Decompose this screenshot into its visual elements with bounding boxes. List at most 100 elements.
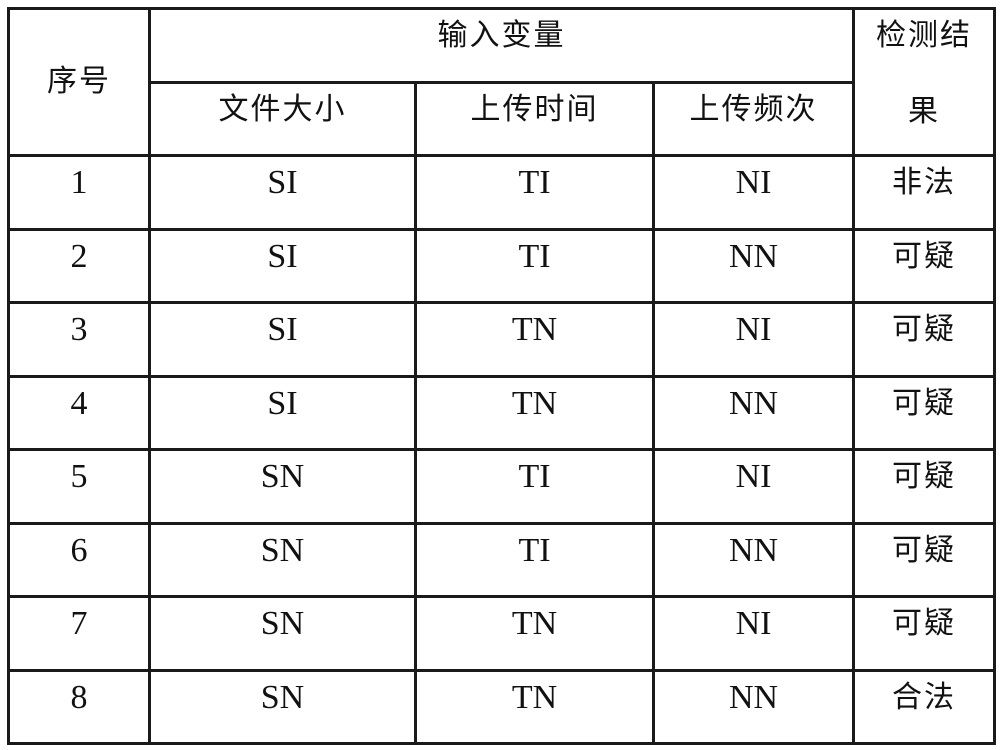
- table-row: 7 SN TN NI 可疑: [7, 595, 997, 672]
- cell-result: 可疑: [852, 448, 997, 525]
- cell-result-value: 可疑: [892, 532, 957, 568]
- header-result-label-line1: 检测结: [876, 18, 973, 53]
- cell-result-value: 可疑: [892, 312, 957, 347]
- cell-upload-frequency: NI: [651, 154, 856, 231]
- cell-result-value: 非法: [892, 165, 957, 200]
- cell-upload-frequency-value: NN: [728, 531, 779, 569]
- cell-result: 可疑: [852, 227, 997, 304]
- cell-index: 2: [7, 227, 151, 304]
- cell-upload-frequency: NN: [651, 227, 856, 304]
- cell-file-size: SI: [148, 227, 417, 304]
- cell-file-size: SN: [148, 668, 417, 745]
- cell-upload-frequency: NN: [651, 668, 856, 745]
- header-index: 序号: [7, 7, 151, 157]
- cell-index: 8: [7, 668, 151, 745]
- cell-index: 3: [7, 301, 151, 378]
- cell-index: 7: [7, 595, 151, 672]
- header-file-size: 文件大小: [148, 81, 417, 157]
- cell-file-size-value: SI: [267, 311, 298, 348]
- cell-file-size-value: SN: [260, 605, 305, 642]
- cell-upload-frequency: NN: [651, 374, 856, 451]
- header-upload-frequency-label: 上传频次: [689, 92, 818, 127]
- cell-upload-frequency-value: NN: [728, 384, 779, 422]
- cell-file-size: SI: [148, 154, 417, 231]
- header-row-2: 文件大小 上传时间 上传频次: [9, 81, 995, 157]
- cell-index-value: 5: [70, 458, 88, 495]
- cell-upload-frequency-value: NI: [735, 605, 772, 642]
- cell-upload-frequency: NI: [651, 448, 856, 525]
- header-input-variables-label: 输入变量: [437, 18, 566, 53]
- cell-index-value: 6: [70, 531, 88, 569]
- header-upload-time-label: 上传时间: [470, 92, 599, 127]
- cell-index-value: 1: [70, 164, 88, 201]
- cell-result: 非法: [852, 154, 997, 231]
- cell-upload-time-value: TI: [518, 237, 551, 275]
- cell-result-value: 合法: [892, 679, 957, 715]
- cell-file-size: SN: [148, 595, 417, 672]
- cell-result-value: 可疑: [892, 385, 957, 421]
- cell-index: 4: [7, 374, 151, 451]
- cell-result: 可疑: [852, 374, 997, 451]
- cell-index: 1: [7, 154, 151, 231]
- cell-index: 5: [7, 448, 151, 525]
- cell-upload-time-value: TN: [511, 311, 558, 348]
- cell-upload-time-value: TI: [518, 164, 551, 201]
- cell-upload-frequency-value: NI: [735, 311, 772, 348]
- cell-file-size-value: SN: [260, 458, 305, 495]
- cell-result-value: 可疑: [892, 238, 957, 274]
- cell-upload-time: TN: [414, 374, 655, 451]
- cell-upload-frequency-value: NN: [728, 678, 779, 716]
- cell-file-size-value: SI: [267, 384, 298, 422]
- header-upload-time: 上传时间: [414, 81, 655, 157]
- cell-upload-time: TI: [414, 227, 655, 304]
- cell-upload-time: TI: [414, 154, 655, 231]
- table-row: 5 SN TI NI 可疑: [7, 448, 997, 525]
- cell-upload-frequency-value: NI: [735, 458, 772, 495]
- cell-result-value: 可疑: [892, 606, 957, 641]
- cell-result: 可疑: [852, 595, 997, 672]
- detection-rules-table: 序号 输入变量 检测结 果 文件大小 上传时间 上传频次 1 SI TI NI …: [7, 7, 997, 745]
- cell-file-size-value: SN: [260, 531, 305, 569]
- cell-index: 6: [7, 521, 151, 598]
- header-file-size-label: 文件大小: [218, 92, 347, 127]
- cell-upload-frequency: NN: [651, 521, 856, 598]
- header-result-label-line2: 果: [908, 94, 941, 129]
- cell-file-size: SI: [148, 374, 417, 451]
- table-body: 序号 输入变量 检测结 果 文件大小 上传时间 上传频次 1 SI TI NI …: [7, 7, 997, 745]
- cell-index-value: 7: [70, 605, 88, 642]
- cell-index-value: 3: [70, 311, 88, 348]
- header-input-variables: 输入变量: [147, 7, 856, 84]
- table-row: 3 SI TN NI 可疑: [7, 301, 997, 378]
- table-row: 4 SI TN NN 可疑: [7, 374, 997, 451]
- table-row: 6 SN TI NN 可疑: [7, 521, 997, 598]
- table-row: 8 SN TN NN 合法: [7, 668, 997, 745]
- cell-index-value: 2: [70, 237, 88, 275]
- cell-file-size-value: SN: [260, 678, 305, 716]
- cell-upload-time-value: TN: [511, 384, 558, 422]
- table-row: 1 SI TI NI 非法: [7, 154, 997, 231]
- cell-result: 合法: [852, 668, 997, 745]
- cell-upload-time-value: TN: [511, 605, 558, 642]
- cell-upload-time: TI: [414, 448, 655, 525]
- cell-upload-frequency-value: NI: [735, 164, 772, 201]
- cell-upload-time: TI: [414, 521, 655, 598]
- cell-upload-frequency: NI: [651, 301, 856, 378]
- cell-result-value: 可疑: [892, 459, 957, 494]
- cell-upload-time: TN: [414, 301, 655, 378]
- cell-upload-time-value: TI: [518, 458, 551, 495]
- cell-result: 可疑: [852, 301, 997, 378]
- cell-file-size: SN: [148, 521, 417, 598]
- cell-file-size: SN: [148, 448, 417, 525]
- cell-result: 可疑: [852, 521, 997, 598]
- cell-upload-time: TN: [414, 668, 655, 745]
- cell-index-value: 4: [70, 384, 88, 422]
- cell-upload-frequency: NI: [651, 595, 856, 672]
- cell-upload-time-value: TN: [511, 678, 558, 716]
- cell-upload-time-value: TI: [518, 531, 551, 569]
- header-row-1: 序号 输入变量 检测结 果: [7, 7, 997, 157]
- cell-upload-time: TN: [414, 595, 655, 672]
- cell-upload-frequency-value: NN: [728, 237, 779, 275]
- cell-index-value: 8: [70, 678, 88, 716]
- header-upload-frequency: 上传频次: [651, 81, 856, 157]
- header-index-label: 序号: [47, 64, 111, 99]
